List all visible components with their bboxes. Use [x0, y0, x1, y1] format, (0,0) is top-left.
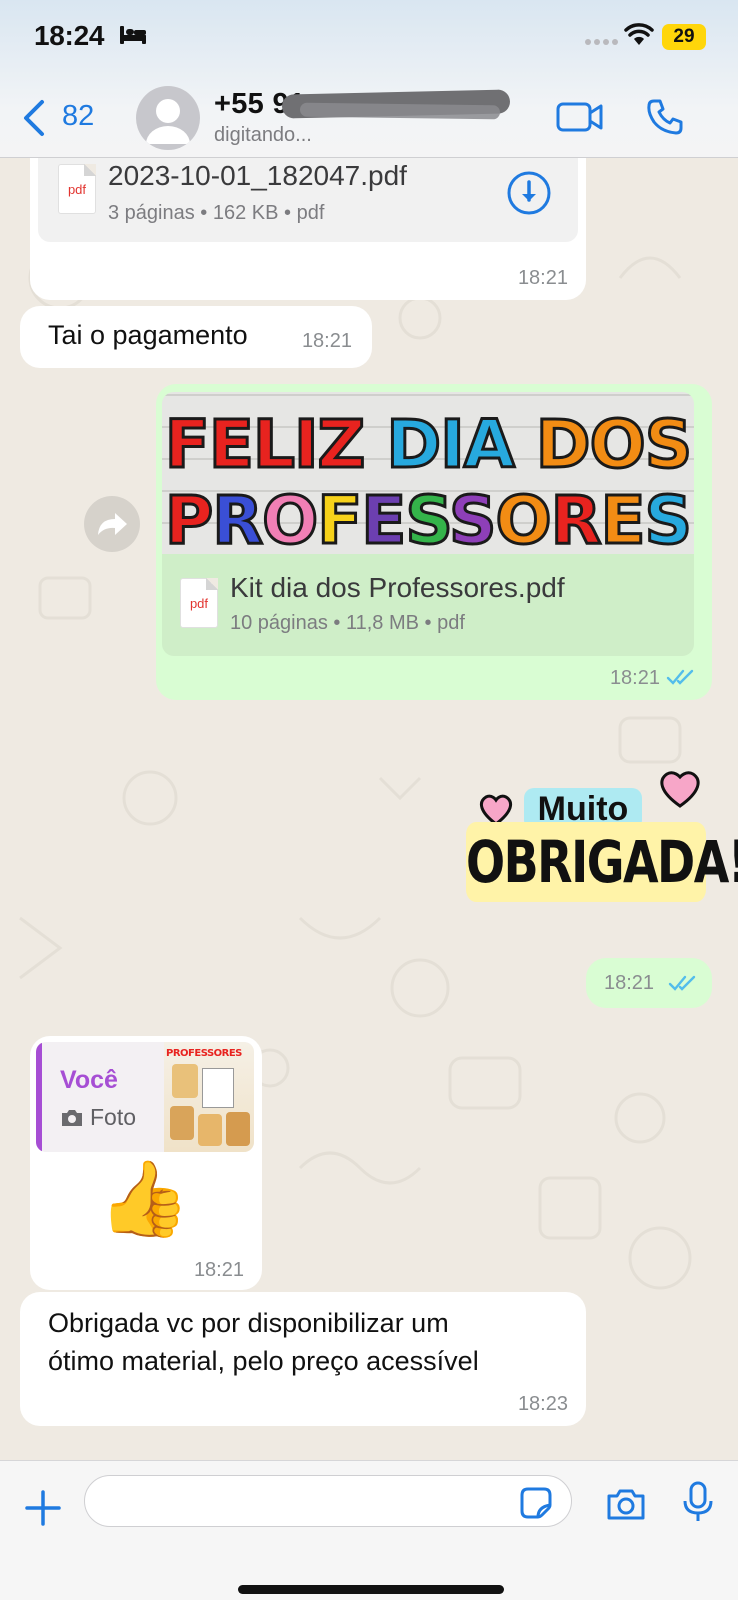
- thumbnail-figure: [170, 1106, 194, 1140]
- voice-call-icon[interactable]: [646, 98, 684, 136]
- banner-line-1: FELIZ DIA DOS: [163, 405, 693, 485]
- thumbnail-figure: [198, 1114, 222, 1146]
- typing-status: digitando...: [214, 124, 312, 146]
- quoted-photo-thumbnail: PROFESSORES: [164, 1042, 254, 1152]
- thumbnail-paper: [202, 1068, 234, 1108]
- file-meta: 3 páginas • 162 KB • pdf: [108, 202, 325, 224]
- pdf-file-icon: pdf: [58, 164, 96, 214]
- message-time: 18:21: [517, 267, 568, 289]
- forward-button[interactable]: [84, 496, 140, 552]
- chat-header: 18:24 29 82 +55 91 digitando...: [0, 0, 738, 158]
- sleep-focus-icon: [120, 26, 146, 44]
- incoming-reply-message[interactable]: Você Foto PROFESSORES 👍 18:21: [30, 1036, 262, 1290]
- battery-indicator: 29: [662, 24, 706, 50]
- message-time: 18:23: [517, 1393, 568, 1415]
- message-time: 18:21: [193, 1259, 244, 1281]
- chat-area[interactable]: pdf 2023-10-01_182047.pdf 3 páginas • 16…: [0, 158, 738, 1460]
- video-call-icon[interactable]: [556, 100, 604, 134]
- back-chevron-icon[interactable]: [20, 98, 48, 138]
- message-input[interactable]: [84, 1475, 572, 1527]
- quoted-author: Você: [60, 1066, 118, 1094]
- read-ticks-icon: [666, 669, 694, 685]
- attach-plus-icon[interactable]: [24, 1489, 62, 1527]
- quoted-message[interactable]: Você Foto PROFESSORES: [36, 1042, 254, 1152]
- incoming-text-message[interactable]: Obrigada vc por disponibilizar um ótimo …: [20, 1292, 586, 1426]
- cellular-signal-icon: [585, 39, 618, 45]
- file-card[interactable]: pdf Kit dia dos Professores.pdf 10 págin…: [162, 554, 694, 656]
- incoming-file-message[interactable]: pdf 2023-10-01_182047.pdf 3 páginas • 16…: [30, 158, 586, 300]
- redaction-mark-secondary: [299, 102, 501, 120]
- file-name: Kit dia dos Professores.pdf: [230, 572, 565, 603]
- read-ticks-icon: [668, 975, 696, 991]
- default-avatar-icon: [146, 99, 190, 144]
- forward-icon: [98, 513, 127, 535]
- file-preview-banner[interactable]: FELIZ DIA DOS PROFESSORES: [162, 392, 694, 554]
- thumbnail-figure: [172, 1064, 198, 1098]
- microphone-icon[interactable]: [682, 1481, 714, 1523]
- file-meta: 10 páginas • 11,8 MB • pdf: [230, 612, 465, 634]
- camera-icon[interactable]: [606, 1487, 646, 1521]
- sticker-word-obrigada: OBRIGADA!: [466, 822, 738, 902]
- camera-small-icon: [62, 1110, 82, 1126]
- avatar[interactable]: [136, 86, 200, 150]
- thumbs-up-emoji: 👍: [98, 1157, 191, 1240]
- home-indicator: [238, 1585, 504, 1594]
- outgoing-file-message[interactable]: FELIZ DIA DOS PROFESSORES pdf Kit dia do…: [156, 384, 712, 700]
- pdf-file-icon: pdf: [180, 578, 218, 628]
- thumbnail-title: PROFESSORES: [166, 1048, 242, 1059]
- thumbnail-figure: [226, 1112, 250, 1146]
- quoted-type: Foto: [90, 1104, 137, 1130]
- file-card[interactable]: pdf 2023-10-01_182047.pdf 3 páginas • 16…: [38, 158, 578, 242]
- message-text: Tai o pagamento: [48, 320, 248, 350]
- message-text-line-1: Obrigada vc por disponibilizar um: [48, 1308, 449, 1338]
- download-icon[interactable]: [506, 170, 552, 216]
- wifi-icon: [624, 23, 654, 45]
- status-time: 18:24: [34, 20, 105, 51]
- outgoing-sticker-time[interactable]: 18:21: [586, 958, 712, 1008]
- message-text-line-2: ótimo material, pelo preço acessível: [48, 1346, 479, 1376]
- message-time: 18:21: [301, 330, 352, 352]
- message-time: 18:21: [609, 667, 660, 689]
- compose-bar: [0, 1460, 738, 1600]
- reply-accent-bar: [36, 1042, 42, 1152]
- banner-line-2: PROFESSORES: [163, 481, 693, 555]
- unread-count[interactable]: 82: [62, 100, 94, 133]
- heart-right-icon: [660, 771, 700, 808]
- message-time: 18:21: [604, 972, 655, 994]
- incoming-text-message[interactable]: Tai o pagamento 18:21: [20, 306, 372, 368]
- sticker-icon[interactable]: [520, 1487, 552, 1519]
- file-name: 2023-10-01_182047.pdf: [108, 160, 407, 191]
